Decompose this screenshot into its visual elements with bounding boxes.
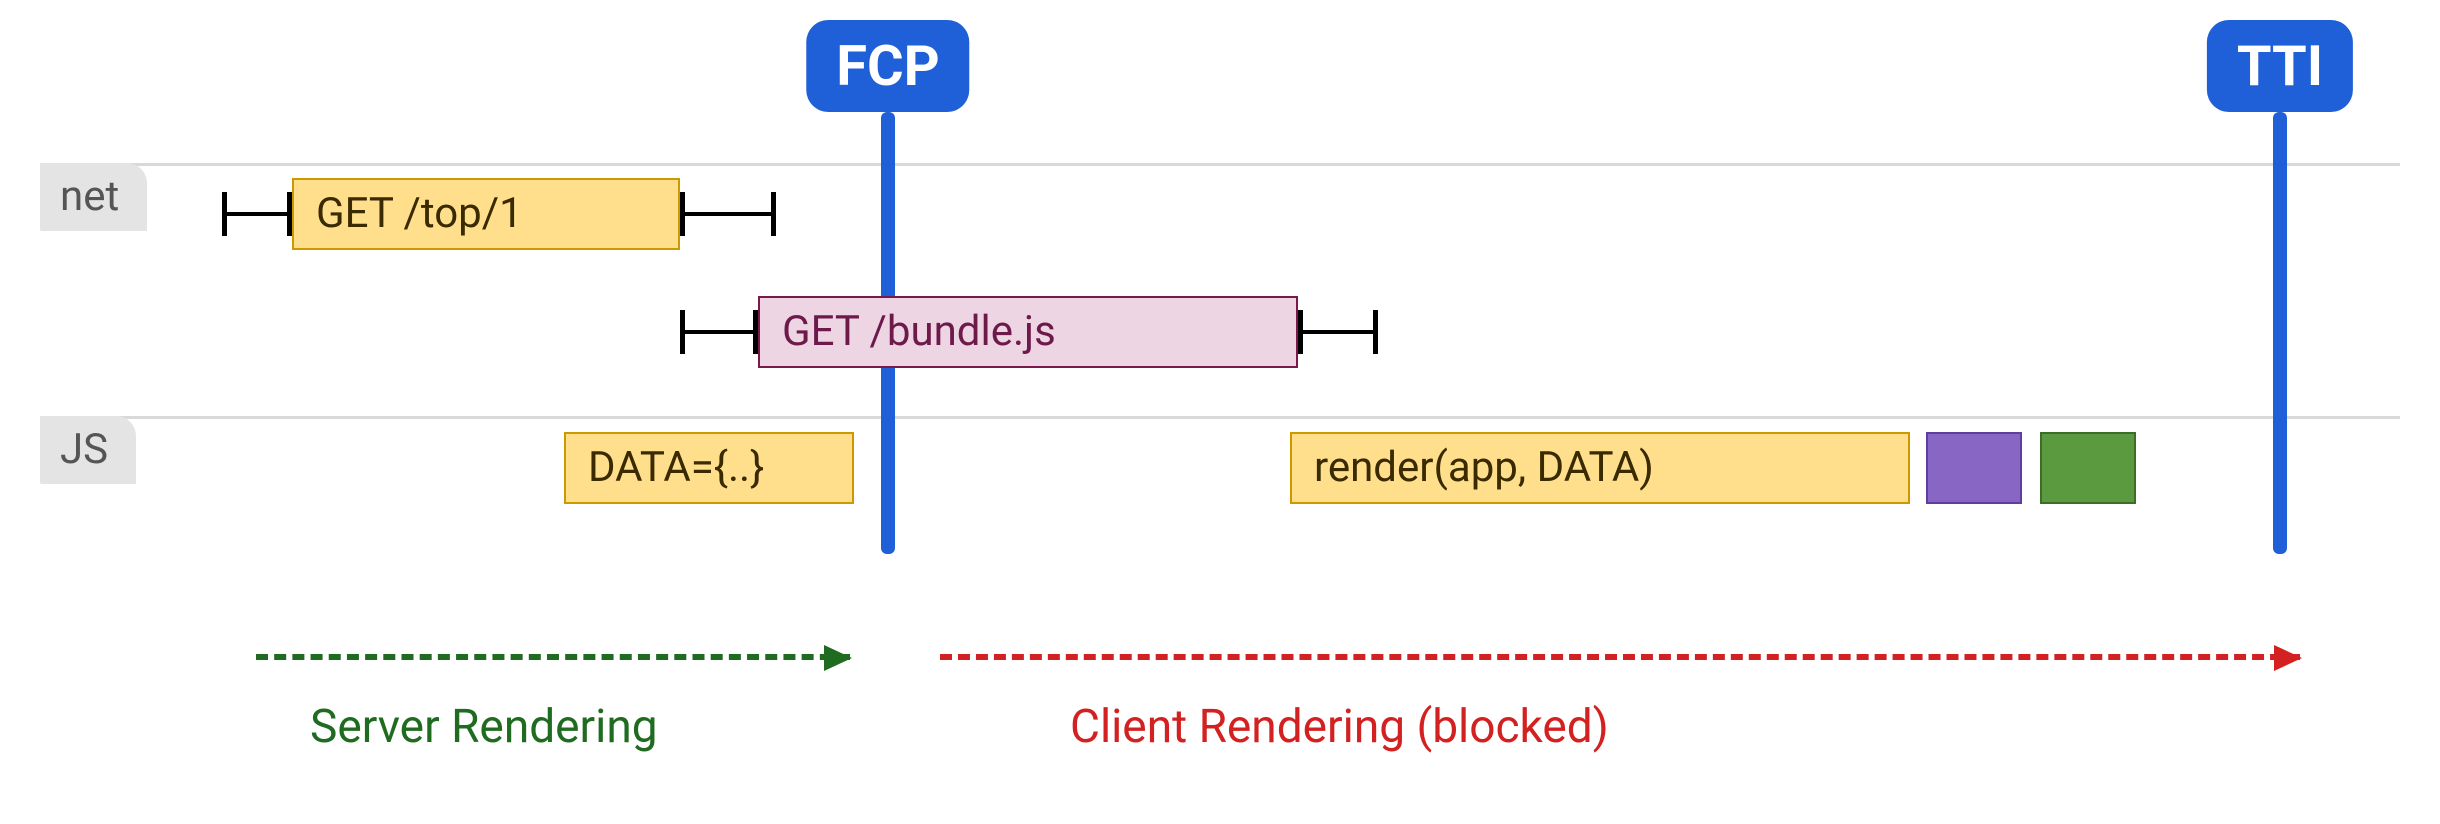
lane-line-js bbox=[40, 416, 2400, 419]
arrowhead-icon bbox=[2274, 645, 2302, 671]
lane-line-net bbox=[40, 163, 2400, 166]
box-green bbox=[2040, 432, 2136, 504]
box-render: render(app, DATA) bbox=[1290, 432, 1910, 504]
whisker-bundle-left bbox=[680, 330, 758, 334]
box-data-eq: DATA={..} bbox=[564, 432, 854, 504]
arrow-server bbox=[256, 654, 850, 660]
label-server-rendering: Server Rendering bbox=[310, 700, 658, 754]
marker-tti-line bbox=[2273, 112, 2287, 554]
arrowhead-icon bbox=[824, 645, 852, 671]
marker-fcp-tag: FCP bbox=[806, 20, 969, 112]
box-get-bundle: GET /bundle.js bbox=[758, 296, 1298, 368]
box-get-top: GET /top/1 bbox=[292, 178, 680, 250]
label-client-rendering: Client Rendering (blocked) bbox=[1070, 700, 1609, 754]
marker-tti-tag: TTI bbox=[2207, 20, 2353, 112]
arrow-client bbox=[940, 654, 2300, 660]
lane-label-js: JS bbox=[40, 416, 136, 484]
whisker-get-top-left bbox=[222, 212, 292, 216]
box-purple bbox=[1926, 432, 2022, 504]
whisker-bundle-right bbox=[1298, 330, 1378, 334]
whisker-get-top-right bbox=[680, 212, 776, 216]
lane-label-net: net bbox=[40, 163, 147, 231]
